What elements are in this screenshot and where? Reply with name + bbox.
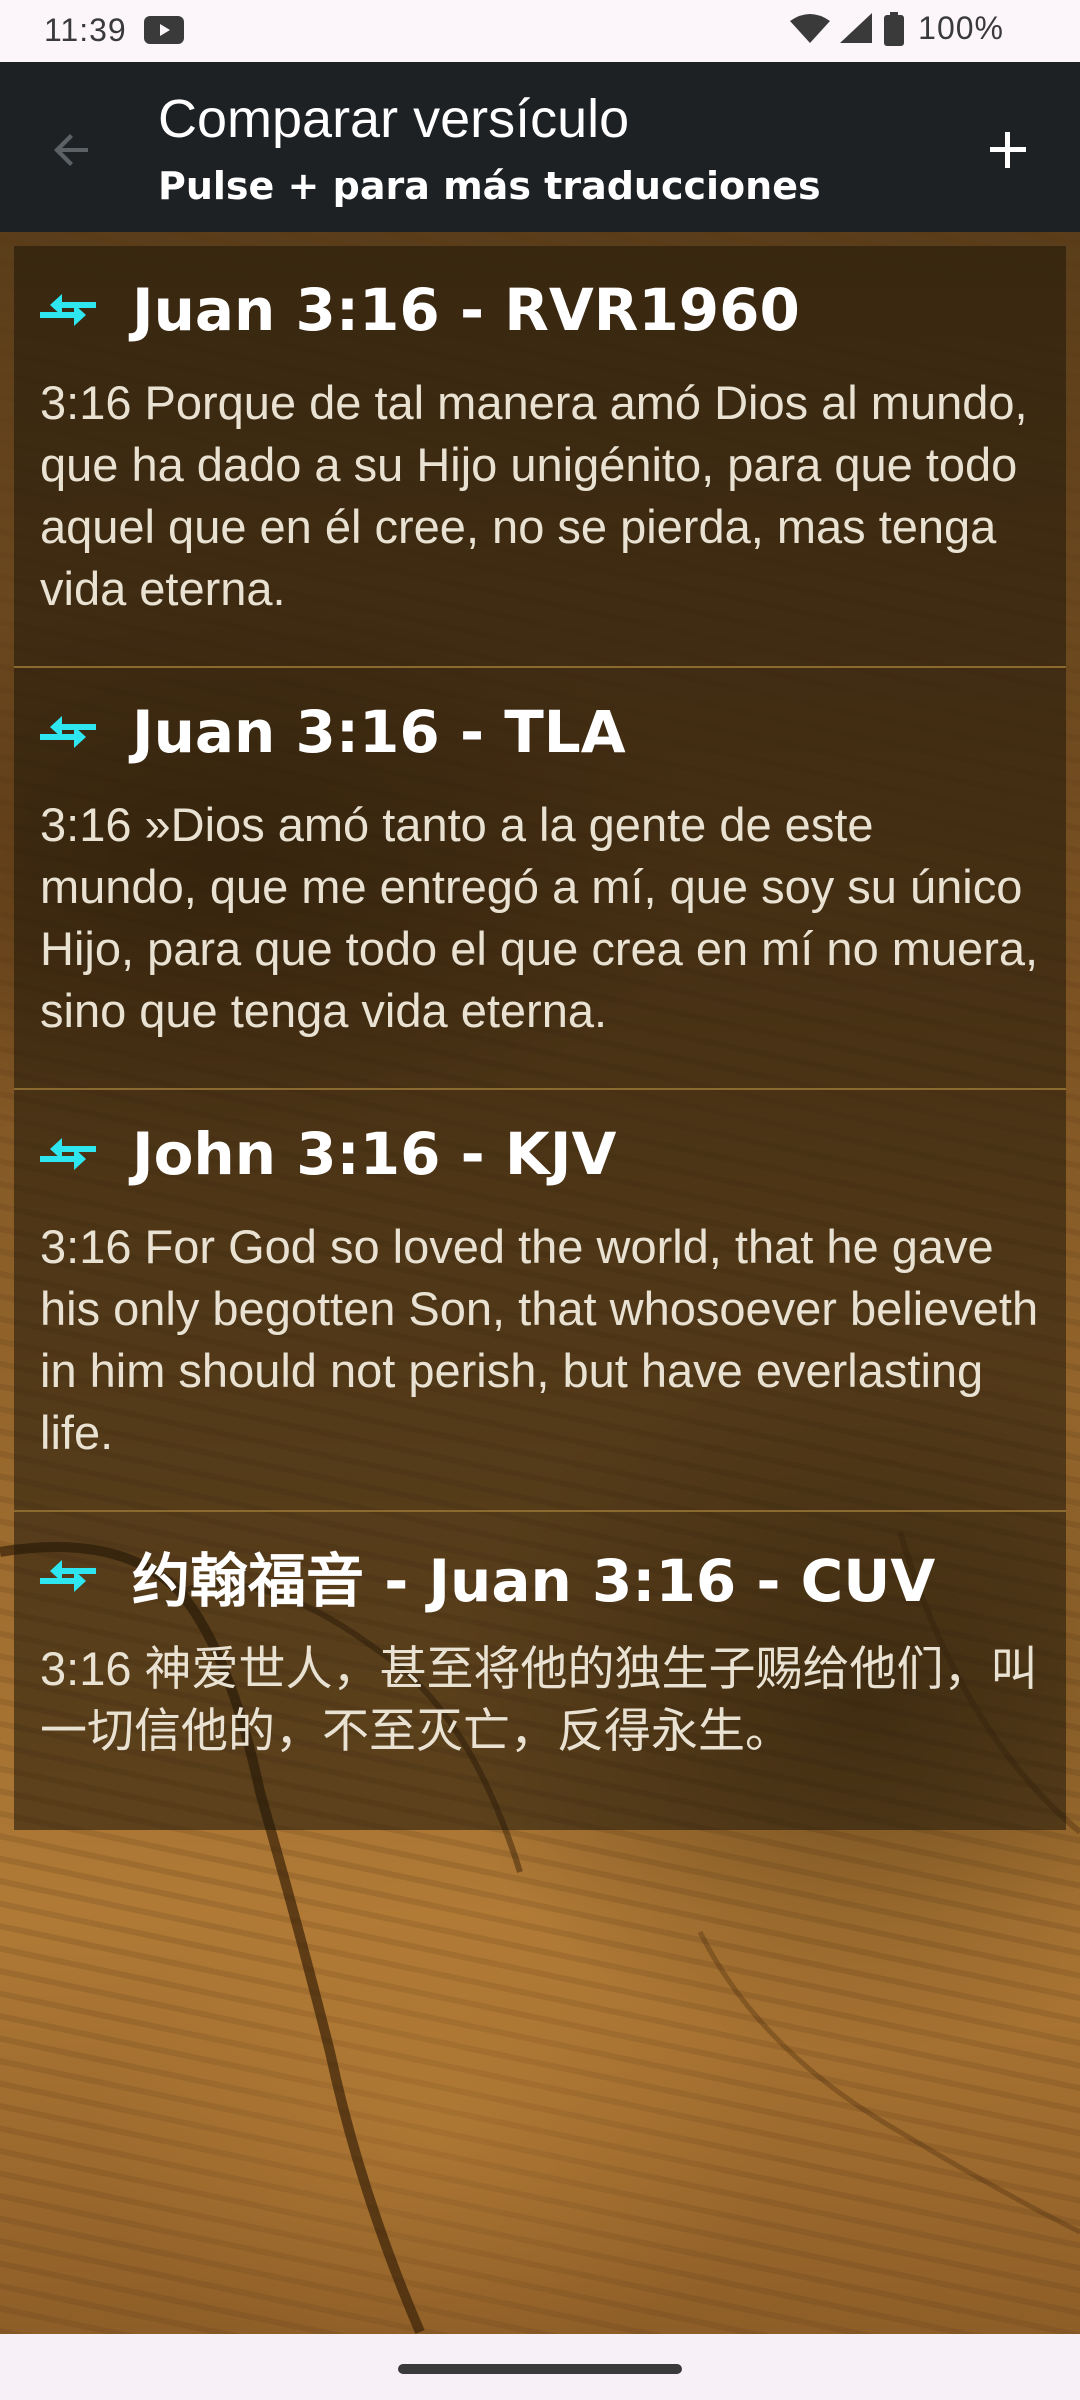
verse-reference: 约翰福音 - Juan 3:16 - CUV [132, 1547, 936, 1615]
status-bar: 11:39 100% [0, 0, 1080, 62]
battery-icon [884, 11, 905, 46]
verse-text: 3:16 Porque de tal manera amó Dios al mu… [40, 376, 1028, 615]
verse-header: Juan 3:16 - RVR1960 [40, 274, 1040, 346]
back-button[interactable] [36, 114, 108, 186]
verse-header: John 3:16 - KJV [40, 1118, 1040, 1190]
verse-text: 3:16 For God so loved the world, that he… [40, 1220, 1039, 1459]
app-bar: Comparar versículo Pulse + para más trad… [0, 62, 1080, 232]
compare-arrows-icon[interactable] [40, 290, 96, 330]
verse-card[interactable]: Juan 3:16 - RVR1960 3:16 Porque de tal m… [14, 246, 1066, 668]
youtube-notification-icon [144, 16, 184, 44]
add-translation-button[interactable] [972, 114, 1044, 186]
battery-percent: 100% [918, 10, 1004, 46]
verse-reference: John 3:16 - KJV [132, 1120, 617, 1188]
verse-header: 约翰福音 - Juan 3:16 - CUV [40, 1540, 1040, 1615]
verse-text: 3:16 »Dios amó tanto a la gente de este … [40, 798, 1039, 1037]
verse-reference: Juan 3:16 - RVR1960 [132, 276, 800, 344]
arrow-left-icon [54, 134, 88, 166]
verse-header: Juan 3:16 - TLA [40, 696, 1040, 768]
status-indicators: 100% [790, 10, 1004, 47]
compare-arrows-icon[interactable] [40, 1556, 96, 1596]
wifi-icon [790, 13, 831, 43]
navigation-bar [0, 2334, 1080, 2400]
verse-card[interactable]: Juan 3:16 - TLA 3:16 »Dios amó tanto a l… [14, 668, 1066, 1090]
signal-icon [840, 12, 873, 43]
verse-card[interactable]: 约翰福音 - Juan 3:16 - CUV 3:16 神爱世人，甚至将他的独生… [14, 1512, 1066, 1830]
verse-comparison-list: Juan 3:16 - RVR1960 3:16 Porque de tal m… [14, 246, 1066, 1830]
verse-card[interactable]: John 3:16 - KJV 3:16 For God so loved th… [14, 1090, 1066, 1512]
compare-arrows-icon[interactable] [40, 1134, 96, 1174]
verse-text: 3:16 神爱世人，甚至将他的独生子赐给他们，叫一切信他的，不至灭亡，反得永生。 [40, 1642, 1038, 1757]
plus-icon [990, 132, 1026, 168]
verse-reference: Juan 3:16 - TLA [132, 698, 626, 766]
home-gesture-handle[interactable] [398, 2364, 682, 2374]
compare-arrows-icon[interactable] [40, 712, 96, 752]
page-subtitle: Pulse + para más traducciones [158, 164, 821, 208]
status-time: 11:39 [44, 12, 127, 48]
page-title: Comparar versículo [158, 89, 630, 149]
